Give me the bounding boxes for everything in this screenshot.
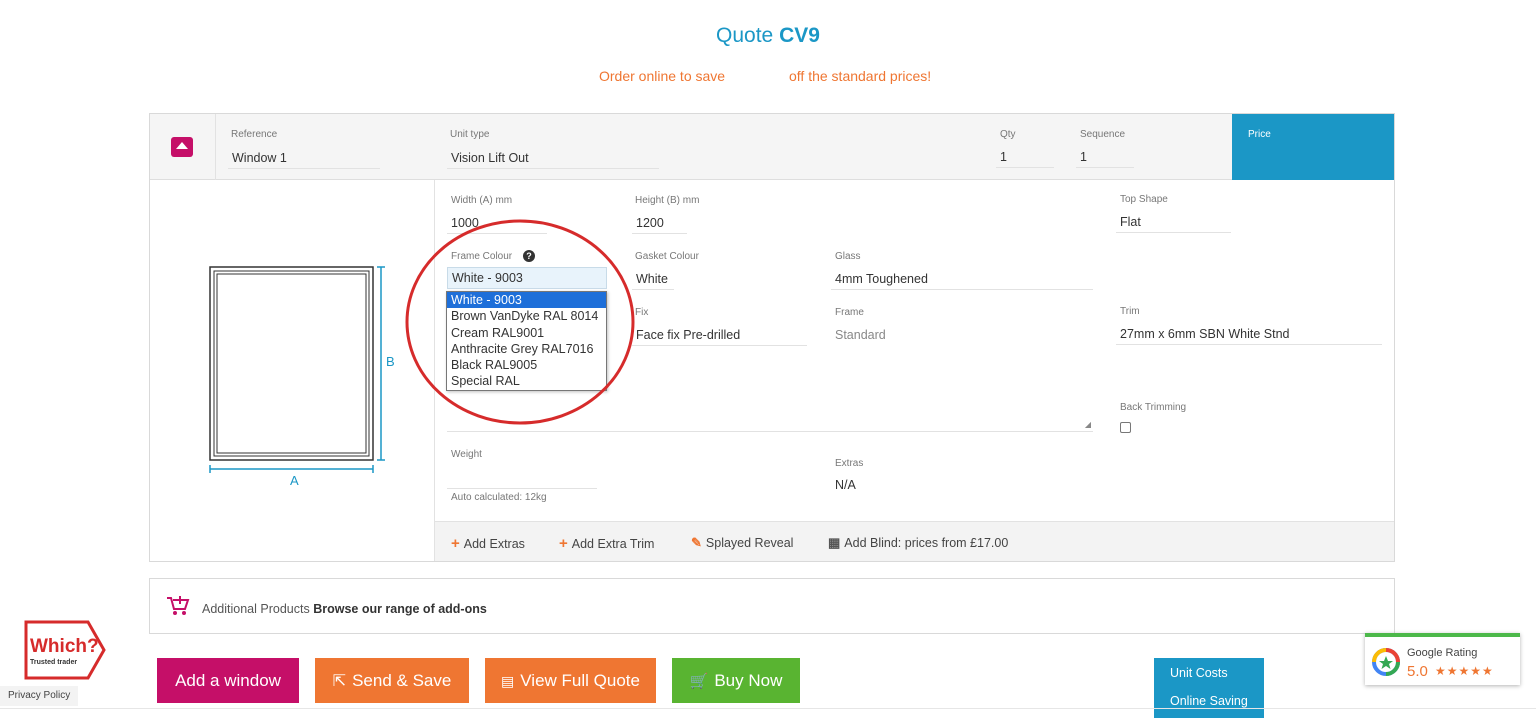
plus-icon: + [559, 535, 568, 552]
additional-products-text: Additional Products Browse our range of … [202, 602, 487, 616]
top-shape-select[interactable]: Flat [1116, 211, 1231, 233]
svg-text:Which?: Which? [30, 636, 99, 657]
gasket-colour-label: Gasket Colour [635, 251, 699, 262]
add-extra-trim-button[interactable]: + Add Extra Trim [559, 535, 654, 552]
trim-label: Trim [1120, 306, 1140, 317]
splayed-reveal-button[interactable]: ✎ Splayed Reveal [691, 535, 793, 551]
unit-type-label: Unit type [450, 129, 490, 140]
extras-value: N/A [835, 478, 856, 492]
privacy-policy-link[interactable]: Privacy Policy [0, 686, 78, 706]
promo-text-right: off the standard prices! [789, 68, 932, 84]
browse-addons-link[interactable]: Browse our range of add-ons [313, 602, 487, 616]
online-saving-label: Online Saving [1170, 694, 1248, 708]
promo-text-left: Order online to save [599, 68, 726, 84]
view-full-quote-button[interactable]: ▤ View Full Quote [485, 658, 656, 703]
sequence-input[interactable]: 1 [1076, 146, 1134, 168]
share-icon: ⇱ [332, 673, 347, 690]
quote-code: CV9 [779, 24, 820, 47]
height-input[interactable]: 1200 [632, 212, 687, 234]
footer-divider [0, 708, 1536, 709]
cart-icon: 🛒 [689, 673, 709, 690]
reference-label: Reference [231, 129, 278, 140]
width-label: Width (A) mm [451, 195, 513, 206]
google-logo-icon [1372, 648, 1400, 676]
glass-label: Glass [835, 251, 861, 262]
back-trimming-label: Back Trimming [1120, 402, 1187, 413]
google-rating-widget[interactable]: Google Rating 5.0 ★★★★★ [1365, 633, 1520, 685]
sequence-label: Sequence [1080, 129, 1126, 140]
which-trusted-trader-logo: Which? Trusted trader [24, 620, 106, 680]
qty-label: Qty [1000, 129, 1016, 140]
fix-select[interactable]: Face fix Pre-drilled [632, 324, 807, 346]
weight-label: Weight [451, 449, 482, 460]
cart-plus-icon [167, 596, 190, 615]
extras-label: Extras [835, 458, 864, 469]
window-diagram [206, 264, 396, 499]
weight-note: Auto calculated: 12kg [451, 492, 547, 503]
window-card: Reference Window 1 Unit type Vision Lift… [149, 113, 1395, 562]
quote-label: Quote [716, 24, 774, 47]
weight-input [447, 467, 597, 489]
add-window-button[interactable]: Add a window [157, 658, 299, 703]
trim-select[interactable]: 27mm x 6mm SBN White Stnd [1116, 323, 1382, 345]
unit-costs-label: Unit Costs [1170, 666, 1228, 680]
frame-value: Standard [835, 328, 886, 342]
qty-input[interactable]: 1 [996, 146, 1054, 168]
rating-stars-icon: ★★★★★ [1435, 664, 1494, 678]
google-rating-label: Google Rating [1407, 647, 1478, 659]
annotation-circle [405, 219, 635, 425]
unit-type-select[interactable]: Vision Lift Out [447, 147, 659, 169]
diagram-label-b: B [386, 354, 395, 369]
svg-text:Trusted trader: Trusted trader [30, 659, 77, 666]
google-rating-score: 5.0 [1407, 663, 1428, 680]
window-card-header: Reference Window 1 Unit type Vision Lift… [150, 114, 1394, 180]
height-label: Height (B) mm [635, 195, 700, 206]
back-trimming-checkbox[interactable] [1120, 422, 1131, 433]
buy-now-button[interactable]: 🛒 Buy Now [672, 658, 800, 703]
header-divider [215, 114, 216, 180]
additional-products-bar[interactable]: Additional Products Browse our range of … [149, 578, 1395, 634]
plus-icon: + [451, 535, 460, 552]
unit-costs-panel: Unit Costs Online Saving [1154, 658, 1264, 718]
price-panel: Price [1232, 114, 1394, 180]
add-extras-button[interactable]: + Add Extras [451, 535, 525, 552]
window-actions-bar: + Add Extras + Add Extra Trim ✎ Splayed Rev… [435, 521, 1394, 561]
resize-handle-icon[interactable]: ◢ [1085, 420, 1091, 429]
blind-icon: ▦ [828, 535, 841, 550]
add-blind-button[interactable]: ▦ Add Blind: prices from £17.00 [828, 535, 1008, 551]
diagram-label-a: A [290, 473, 299, 488]
top-shape-label: Top Shape [1120, 194, 1168, 205]
collapse-button[interactable] [171, 137, 193, 157]
reference-input[interactable]: Window 1 [228, 147, 380, 169]
document-icon: ▤ [501, 673, 515, 689]
frame-label: Frame [835, 307, 864, 318]
edit-icon: ✎ [691, 535, 702, 550]
page-title: Quote CV9 [0, 24, 1536, 48]
price-label: Price [1248, 129, 1271, 140]
glass-select[interactable]: 4mm Toughened [831, 268, 1093, 290]
send-save-button[interactable]: ⇱ Send & Save [315, 658, 469, 703]
